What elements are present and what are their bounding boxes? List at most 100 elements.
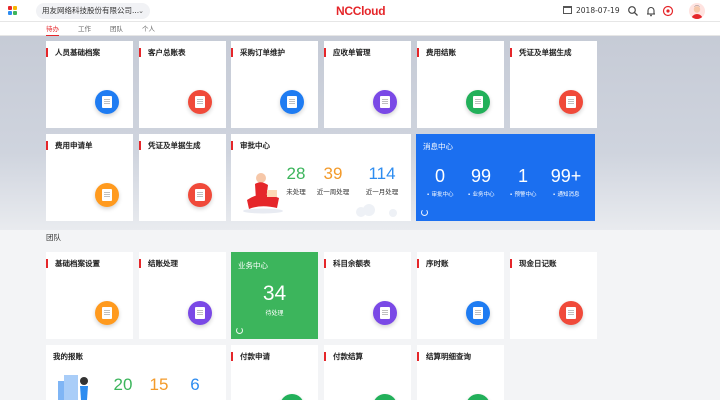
message-warning-label: • 预警中心 [509,192,537,198]
card-title: 凭证及单据生成 [139,141,201,150]
message-title: 消息中心 [423,142,453,151]
card-title: 结算明细查询 [417,352,471,361]
top-bar: 用友网络科技股份有限公司... ⌄ NCCloud 2018-07-19 [0,0,720,22]
section-team-label: 团队 [46,233,61,242]
briefcase-icon [188,301,212,325]
card-voucher-generate[interactable]: 凭证及单据生成 [510,41,597,128]
approval-center-widget[interactable]: 审批中心 28 未处理 39 近一周处理 114 近一月处理 [231,134,411,221]
card-base-archive-setting[interactable]: 基础档案设置 [46,252,133,339]
business-sub-label: 待处理 [265,310,284,317]
card-journal[interactable]: 序时账 [417,252,504,339]
approval-week-label: 近一周处理 [316,188,350,196]
query-icon [466,394,490,400]
tab-personal[interactable]: 个人 [142,24,155,36]
message-business-count: 99 [470,166,492,186]
message-business-label-text: 业务中心 [472,192,495,198]
organization-name: 用友网络科技股份有限公司... [42,6,140,15]
report-count-3: 6 [190,375,200,394]
avatar[interactable] [689,3,705,19]
card-title: 费用申请单 [46,141,93,150]
brand-logo: NCCloud [336,4,386,18]
card-title: 客户总账表 [139,48,186,57]
archive-icon [95,301,119,325]
message-warning-count: 1 [517,166,528,186]
card-title: 现金日记账 [510,259,557,268]
message-approval-count: 0 [434,166,445,186]
approval-illustration [243,173,283,214]
application-icon [95,183,119,207]
message-notice-label: • 通知消息 [552,192,580,198]
refresh-icon[interactable] [421,209,428,216]
card-settlement-detail[interactable]: 结算明细查询 [417,345,504,400]
card-receivable[interactable]: 应收单管理 [324,41,411,128]
approval-pending-count: 28 [286,164,306,183]
search-icon[interactable] [627,5,639,17]
report-count-1: 20 [113,375,133,394]
message-approval-label: • 审批中心 [426,192,454,198]
card-title: 人员基础档案 [46,48,100,57]
journal-icon [466,301,490,325]
business-title: 业务中心 [238,261,268,270]
app-grid-icon[interactable] [8,6,18,16]
card-title: 费用结账 [417,48,456,57]
card-account-balance[interactable]: 科目余额表 [324,252,411,339]
voucher-icon [188,183,212,207]
clipboard-icon [280,90,304,114]
card-expense-settle[interactable]: 费用结账 [417,41,504,128]
card-title: 序时账 [417,259,449,268]
plus-circle-icon[interactable] [662,5,674,17]
message-warning-label-text: 预警中心 [514,192,537,198]
balance-icon [373,301,397,325]
card-title: 付款申请 [231,352,270,361]
ledger-icon [188,90,212,114]
card-payment-settlement[interactable]: 付款结算 [324,345,411,400]
chevron-down-icon: ⌄ [138,7,144,15]
business-count: 34 [262,282,287,305]
card-title: 应收单管理 [324,48,371,57]
card-title: 采购订单维护 [231,48,285,57]
settlement-icon [373,394,397,400]
approval-month-count: 114 [368,164,396,183]
tab-todo[interactable]: 待办 [46,24,59,36]
bell-icon[interactable] [645,5,657,17]
approval-pending-label: 未处理 [286,188,306,196]
payment-icon [280,394,304,400]
message-notice-label-text: 通知消息 [557,192,580,198]
message-approval-label-text: 审批中心 [431,192,454,198]
card-expense-application[interactable]: 费用申请单 [46,134,133,221]
approval-month-label: 近一月处理 [365,188,399,196]
report-title: 我的报账 [53,352,83,361]
card-customer-ledger[interactable]: 客户总账表 [139,41,226,128]
card-purchase-order[interactable]: 采购订单维护 [231,41,318,128]
card-cash-journal[interactable]: 现金日记账 [510,252,597,339]
cash-journal-icon [559,301,583,325]
approval-week-count: 39 [323,164,343,183]
message-center-widget[interactable]: 消息中心 0 • 审批中心 99 • 业务中心 1 • 预警中心 99+ • 通… [416,134,595,221]
card-title: 结账处理 [139,259,178,268]
calendar-icon [563,6,572,14]
workbench-tabs: 待办 工作 团队 个人 [0,22,720,36]
my-report-widget[interactable]: 我的报账 20 15 6 [46,345,226,400]
approval-title: 审批中心 [231,141,270,150]
message-business-label: • 业务中心 [467,192,495,198]
card-title: 基础档案设置 [46,259,100,268]
refresh-icon[interactable] [236,327,243,334]
user-avatar-icon [691,5,703,19]
book-icon [466,90,490,114]
date-display[interactable]: 2018-07-19 [563,5,620,17]
report-count-2: 15 [149,375,169,394]
current-date: 2018-07-19 [576,6,620,15]
tab-team[interactable]: 团队 [110,24,123,36]
card-closing[interactable]: 结账处理 [139,252,226,339]
cloud-decoration [356,204,397,217]
card-payment-request[interactable]: 付款申请 [231,345,318,400]
card-title: 付款结算 [324,352,363,361]
organization-select[interactable]: 用友网络科技股份有限公司... ⌄ [36,3,150,19]
card-voucher-generate-2[interactable]: 凭证及单据生成 [139,134,226,221]
card-title: 凭证及单据生成 [510,48,572,57]
receivable-icon [373,90,397,114]
tab-work[interactable]: 工作 [78,24,91,36]
card-personnel-archive[interactable]: 人员基础档案 [46,41,133,128]
document-icon [95,90,119,114]
business-center-widget[interactable]: 业务中心 34 待处理 [231,252,318,339]
